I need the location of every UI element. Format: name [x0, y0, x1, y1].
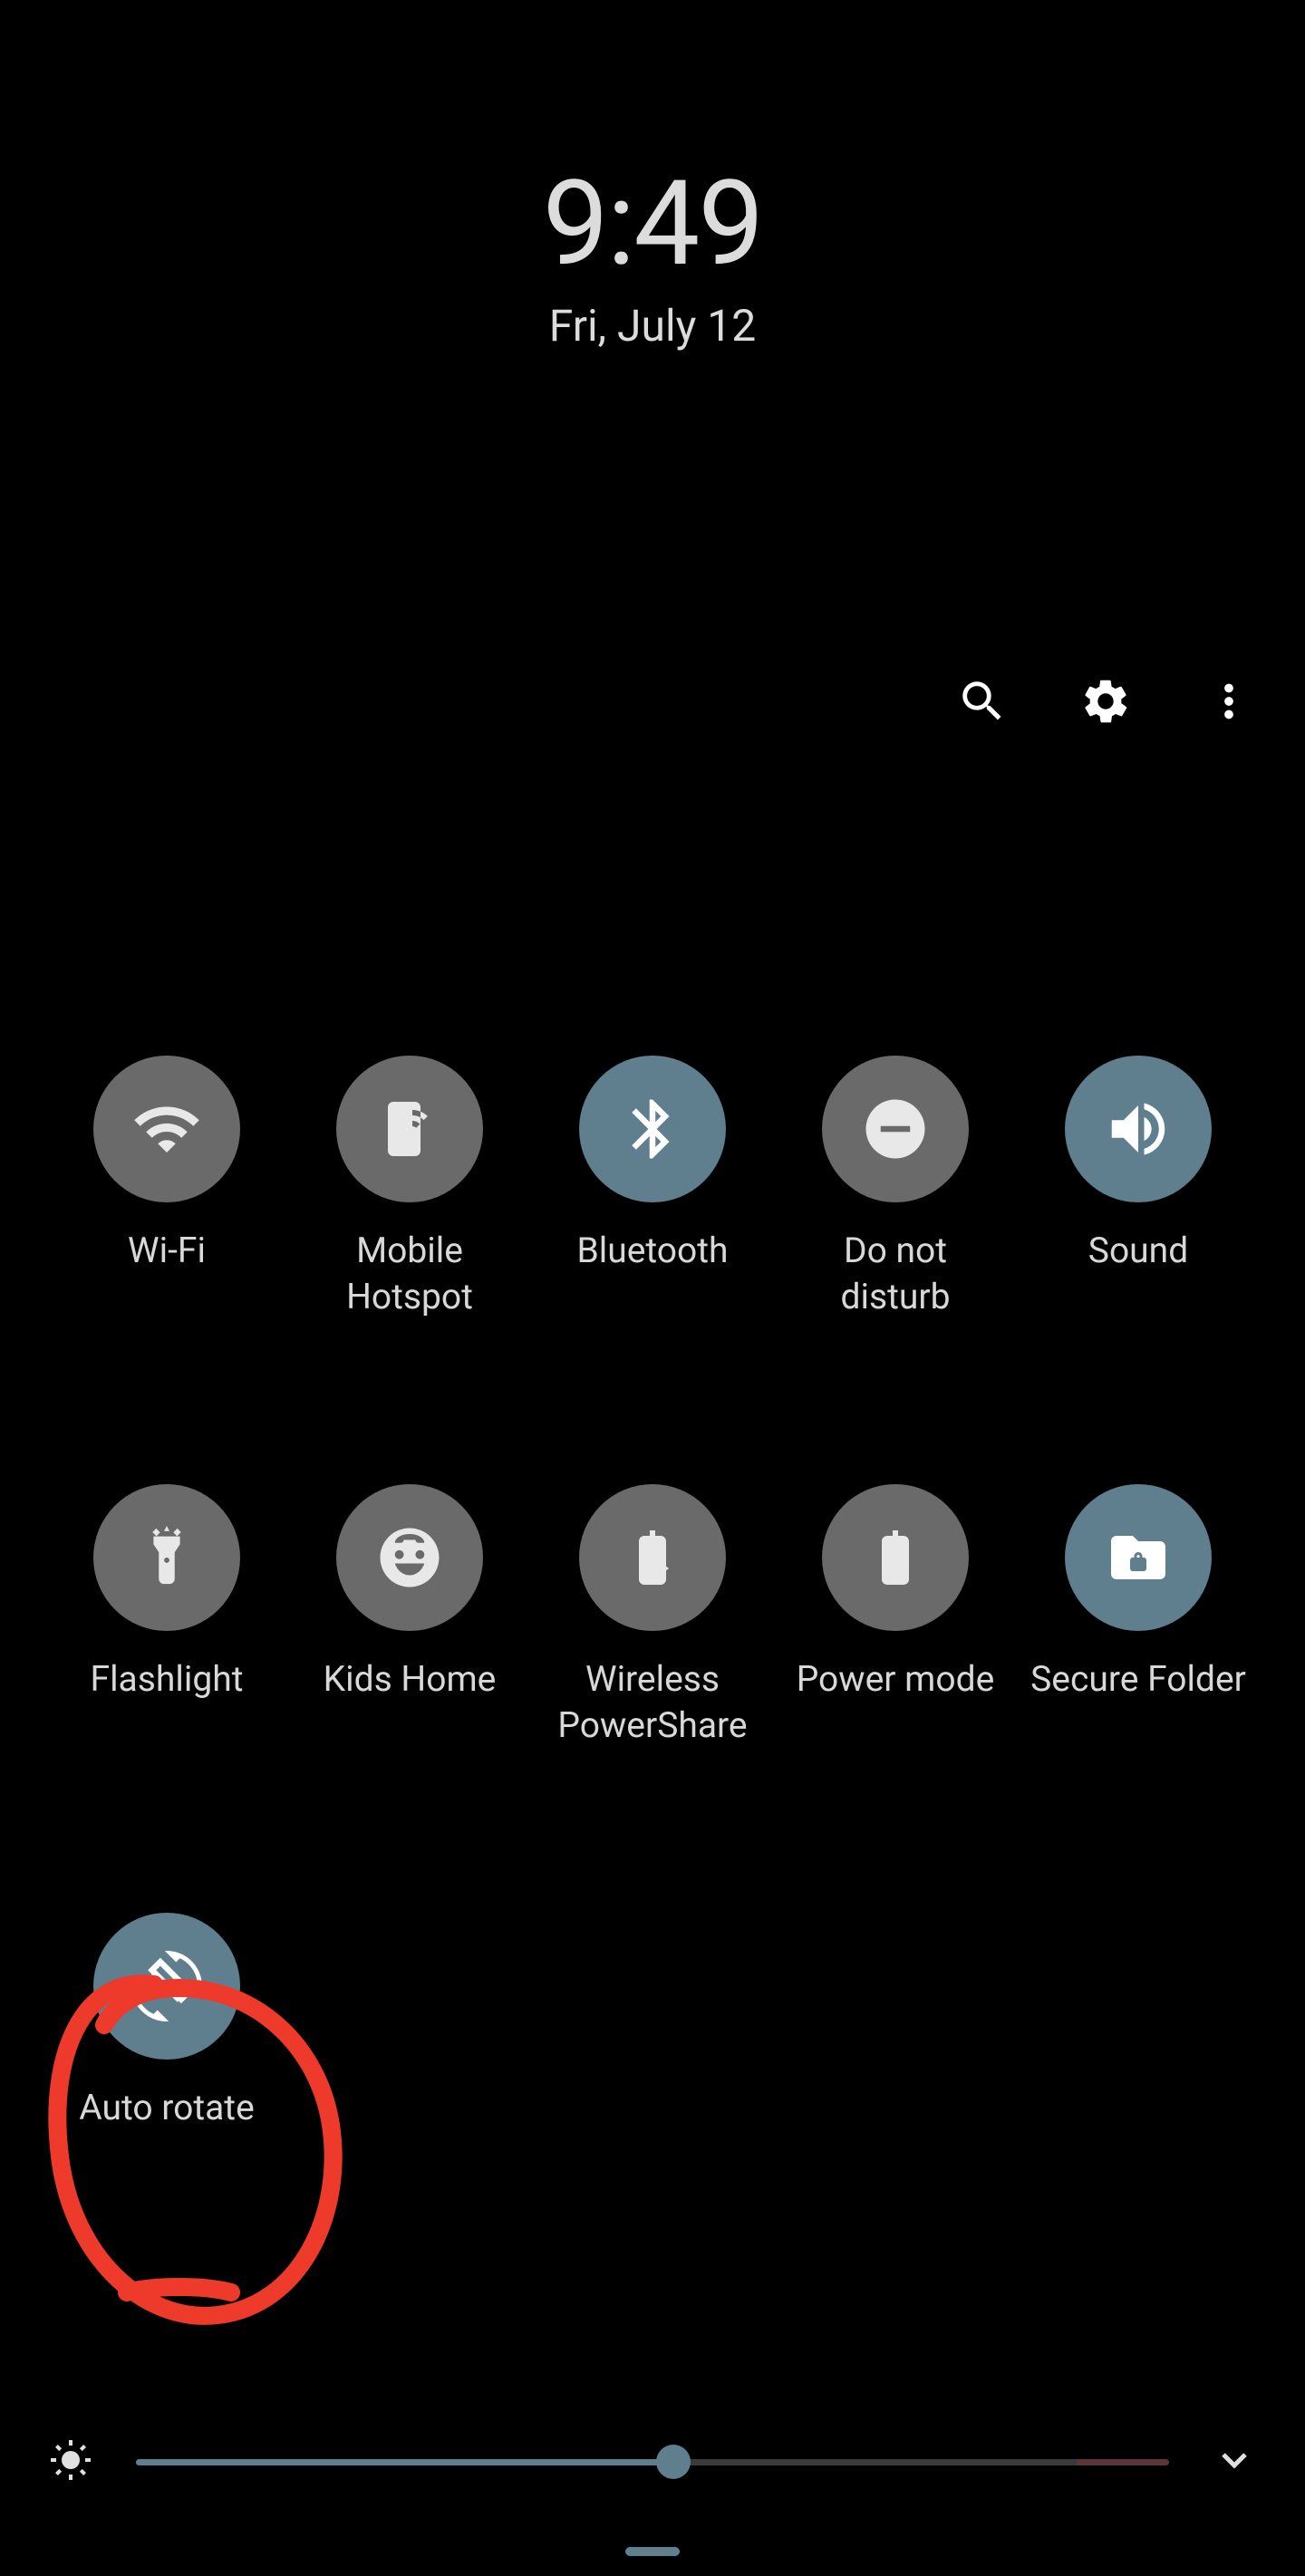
bluetooth-icon — [579, 1056, 726, 1202]
kids-home-icon — [336, 1484, 483, 1631]
brightness-slider[interactable] — [136, 2459, 1169, 2465]
tile-wireless-powershare[interactable]: Wireless PowerShare — [531, 1484, 774, 1750]
tile-label: Do not disturb — [787, 1228, 1004, 1321]
navigation-pill[interactable] — [625, 2547, 680, 2556]
tile-kids-home[interactable]: Kids Home — [288, 1484, 531, 1750]
tile-sound[interactable]: Sound — [1017, 1056, 1260, 1321]
auto-rotate-icon — [93, 1913, 240, 2060]
hotspot-icon — [336, 1056, 483, 1202]
tile-label: Flashlight — [91, 1656, 244, 1703]
panel-header-actions — [956, 675, 1255, 731]
power-mode-icon — [822, 1484, 969, 1631]
tile-label: Kids Home — [324, 1656, 497, 1703]
tile-label: Bluetooth — [576, 1228, 728, 1274]
flashlight-icon — [93, 1484, 240, 1631]
sound-icon — [1065, 1056, 1212, 1202]
tile-bluetooth[interactable]: Bluetooth — [531, 1056, 774, 1321]
clock-time: 9:49 — [0, 154, 1305, 293]
tile-secure-folder[interactable]: Secure Folder — [1017, 1484, 1260, 1750]
secure-folder-icon — [1065, 1484, 1212, 1631]
tile-label: Auto rotate — [79, 2085, 255, 2131]
tile-auto-rotate[interactable]: Auto rotate — [45, 1913, 288, 2139]
slider-thumb[interactable] — [656, 2445, 691, 2479]
tile-label: Mobile Hotspot — [301, 1228, 518, 1321]
tile-label: Power mode — [797, 1656, 995, 1703]
more-vertical-icon[interactable] — [1203, 675, 1255, 731]
clock-date: Fri, July 12 — [0, 300, 1305, 352]
tile-flashlight[interactable]: Flashlight — [45, 1484, 288, 1750]
brightness-bar — [49, 2438, 1256, 2485]
quick-settings-tiles: Wi-Fi Mobile Hotspot Bluetooth Do not di… — [45, 1056, 1260, 2139]
wifi-icon — [93, 1056, 240, 1202]
wireless-powershare-icon — [579, 1484, 726, 1631]
tile-wifi[interactable]: Wi-Fi — [45, 1056, 288, 1321]
tile-power-mode[interactable]: Power mode — [774, 1484, 1017, 1750]
dnd-icon — [822, 1056, 969, 1202]
tile-dnd[interactable]: Do not disturb — [774, 1056, 1017, 1321]
chevron-down-icon[interactable] — [1213, 2438, 1256, 2485]
tile-label: Wireless PowerShare — [544, 1656, 761, 1750]
search-icon[interactable] — [956, 675, 1009, 731]
slider-fill — [136, 2459, 673, 2465]
tile-mobile-hotspot[interactable]: Mobile Hotspot — [288, 1056, 531, 1321]
gear-icon[interactable] — [1079, 675, 1132, 731]
clock-area: 9:49 Fri, July 12 — [0, 154, 1305, 352]
brightness-icon — [49, 2438, 92, 2485]
tile-label: Sound — [1088, 1228, 1188, 1274]
tile-label: Secure Folder — [1030, 1656, 1246, 1703]
tile-label: Wi-Fi — [128, 1228, 206, 1274]
